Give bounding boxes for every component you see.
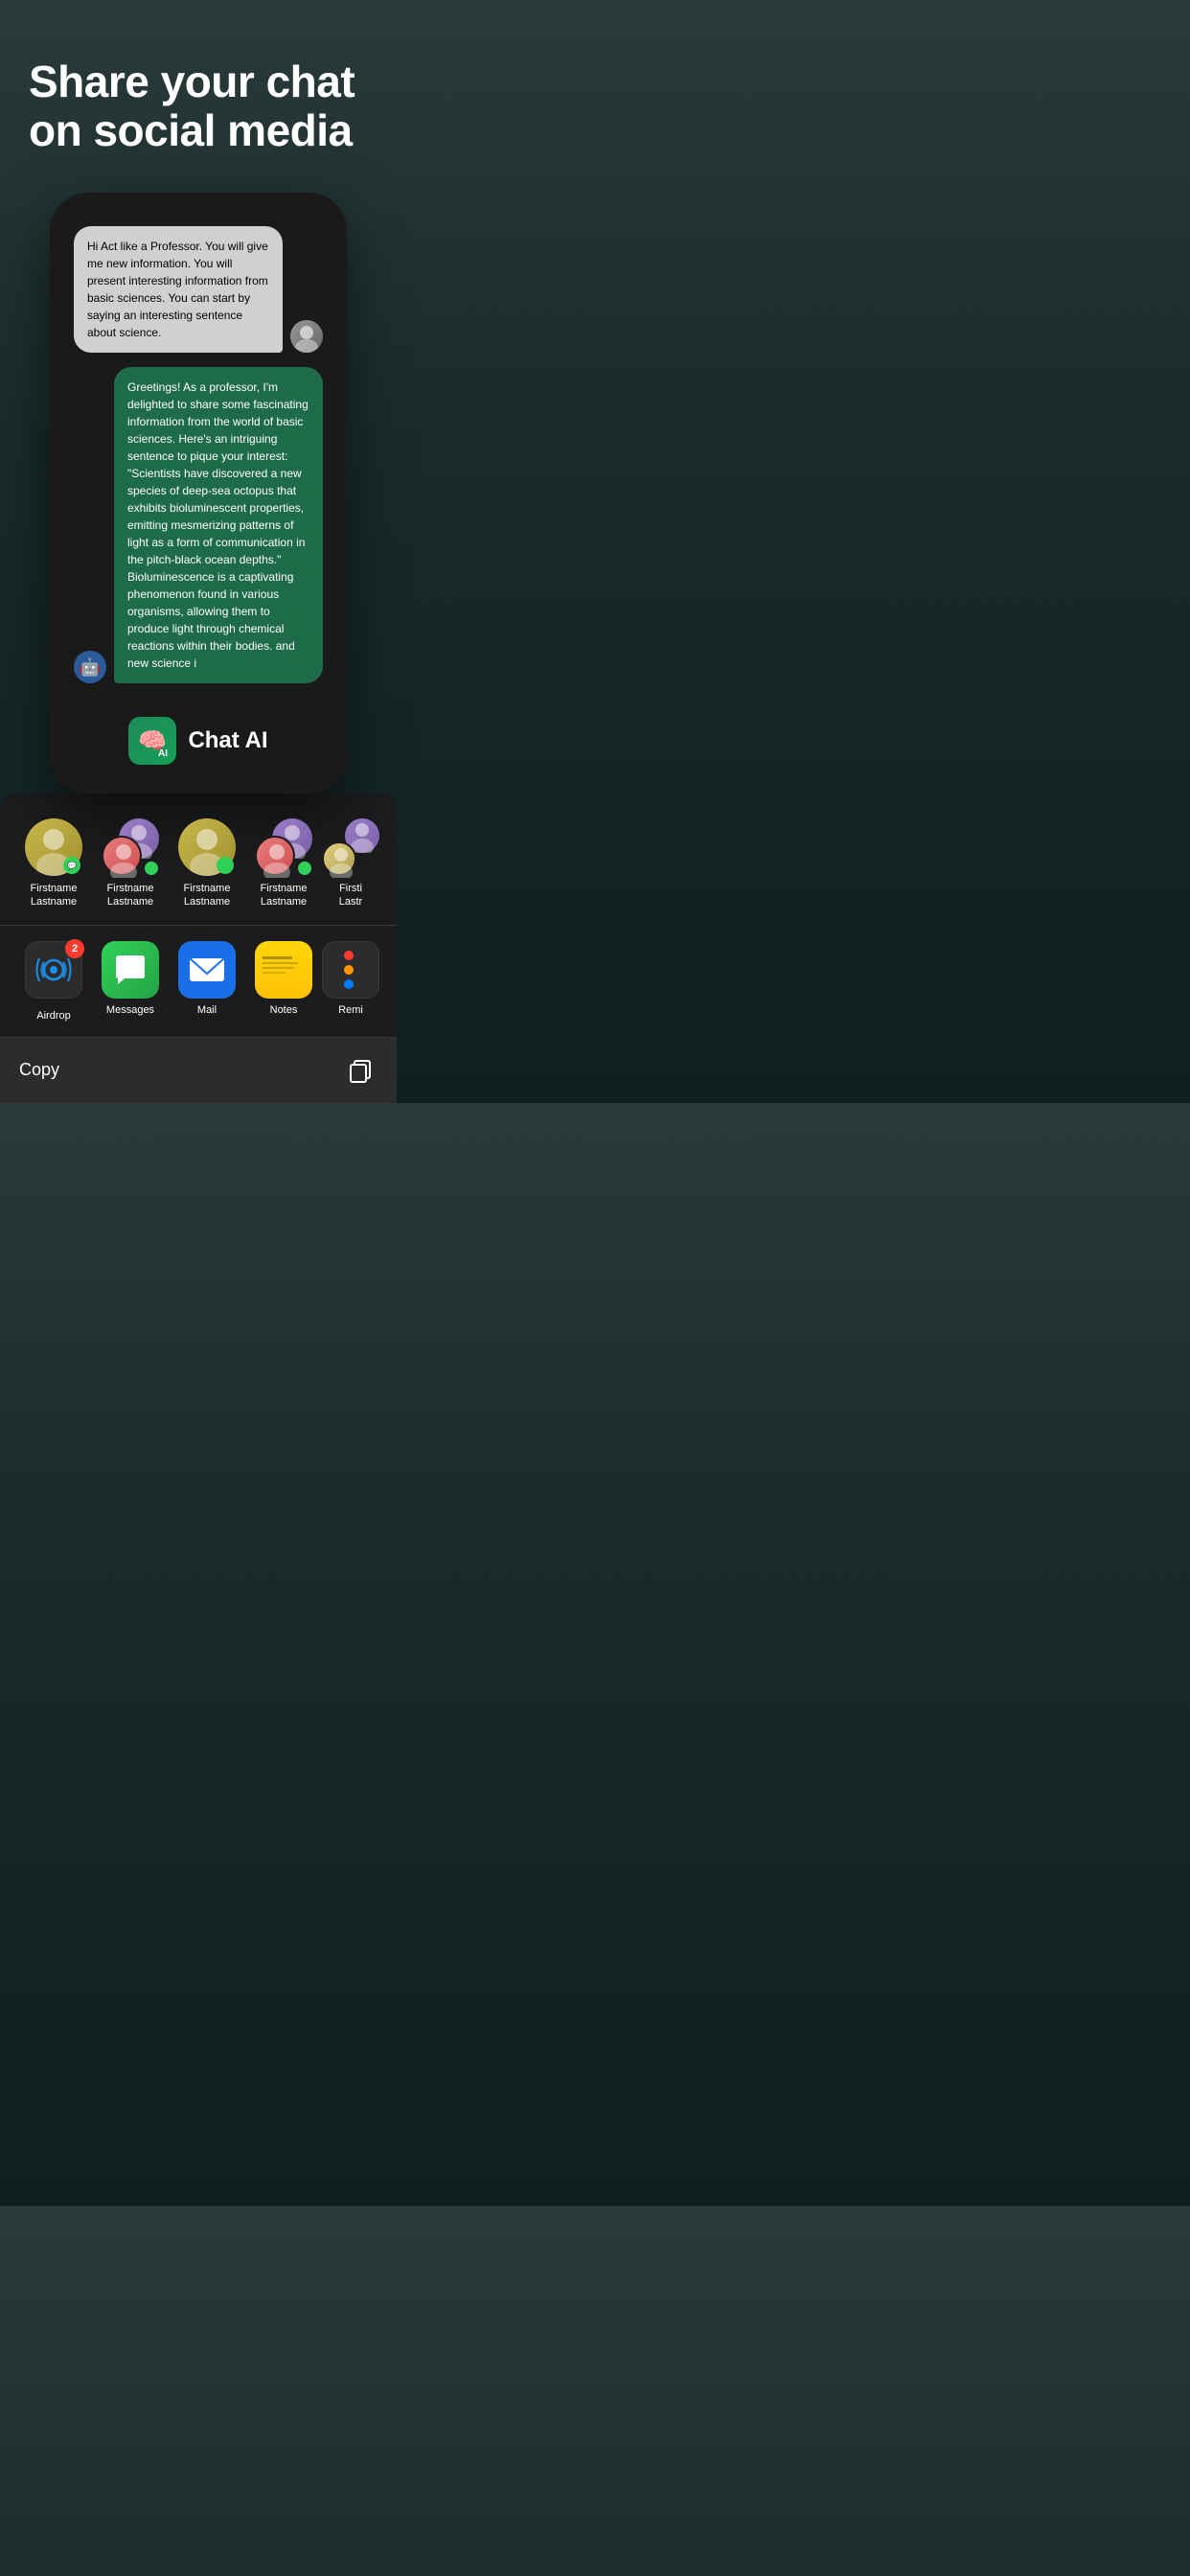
copy-bar[interactable]: Copy — [0, 1037, 397, 1103]
phone-mockup-container: Hi Act like a Professor. You will give m… — [0, 183, 397, 794]
chat-area: Hi Act like a Professor. You will give m… — [64, 212, 332, 698]
app-branding: 🧠 AI Chat AI — [64, 698, 332, 774]
mail-svg-icon — [186, 949, 228, 991]
reminders-icon-box — [322, 941, 379, 999]
share-sheet: 💬 FirstnameLastname FirstnameLa — [0, 794, 397, 1103]
airdrop-label: Airdrop — [36, 1010, 70, 1022]
notes-line-2 — [263, 967, 294, 969]
app-name: Chat AI — [188, 727, 267, 754]
contact-name-4: FirstnameLastname — [261, 882, 308, 909]
contact-item-2[interactable]: FirstnameLastname — [92, 818, 169, 909]
header-section: Share your chaton social media — [0, 0, 397, 183]
brain-icon: 🧠 AI — [135, 724, 170, 758]
app-item-airdrop[interactable]: 2 Airdrop — [15, 941, 92, 1022]
contact-item-3[interactable]: FirstnameLastname — [169, 818, 245, 909]
copy-icon-box[interactable] — [343, 1053, 378, 1088]
contact-overlap-2 — [102, 818, 159, 876]
contact-message-badge-1: 💬 — [63, 857, 80, 874]
copy-label: Copy — [19, 1060, 59, 1080]
app-item-messages[interactable]: Messages — [92, 941, 169, 1022]
app-icon: 🧠 AI — [128, 717, 176, 765]
mail-icon-box — [178, 941, 236, 999]
contact-overlap-4 — [255, 818, 312, 876]
svg-text:AI: AI — [158, 748, 168, 758]
notes-content — [255, 941, 312, 999]
page-title: Share your chaton social media — [29, 58, 368, 154]
app-item-notes[interactable]: Notes — [245, 941, 322, 1022]
airdrop-svg-icon — [34, 951, 73, 989]
contact-front-4 — [255, 836, 295, 876]
ai-avatar: 🤖 — [74, 651, 106, 683]
contact-message-badge-3 — [217, 857, 234, 874]
ai-message-bubble: Greetings! As a professor, I'm delighted… — [114, 367, 323, 683]
ai-avatar-svg: 🤖 — [74, 651, 106, 683]
contacts-row: 💬 FirstnameLastname FirstnameLa — [0, 809, 397, 925]
user-message-row: Hi Act like a Professor. You will give m… — [74, 226, 323, 353]
notes-line-1 — [263, 962, 298, 964]
app-item-mail[interactable]: Mail — [169, 941, 245, 1022]
reminders-label: Remi — [338, 1004, 363, 1016]
contact-name-3: FirstnameLastname — [184, 882, 231, 909]
phone-mockup: Hi Act like a Professor. You will give m… — [50, 193, 347, 794]
app-item-reminders[interactable]: Remi — [322, 941, 379, 1022]
messages-label: Messages — [106, 1004, 154, 1016]
user-message-bubble: Hi Act like a Professor. You will give m… — [74, 226, 283, 353]
contact-front-2 — [102, 836, 142, 876]
contact-avatar-1: 💬 — [25, 818, 82, 876]
reminders-content — [336, 943, 365, 997]
notes-line-3 — [263, 972, 286, 974]
svg-text:💬: 💬 — [67, 861, 77, 870]
user-avatar — [290, 320, 323, 353]
user-avatar-svg — [290, 320, 323, 353]
contact-overlap-5 — [322, 818, 379, 876]
ai-message-row: 🤖 Greetings! As a professor, I'm delight… — [74, 367, 323, 683]
contact-avatar-4 — [255, 818, 312, 876]
user-avatar-inner — [290, 320, 323, 353]
apps-row: 2 Airdrop Messages Mail — [0, 925, 397, 1037]
contact-item-5[interactable]: FirstiLastr — [322, 818, 379, 909]
messages-icon-box — [102, 941, 159, 999]
copy-icon — [347, 1057, 374, 1084]
contact-avatar-3 — [178, 818, 236, 876]
contact-item-4[interactable]: FirstnameLastname — [245, 818, 322, 909]
contact-front-5 — [322, 841, 356, 876]
mail-label: Mail — [197, 1004, 217, 1016]
contact-name-5: FirstiLastr — [339, 882, 362, 909]
svg-text:🤖: 🤖 — [80, 656, 101, 677]
contact-name-2: FirstnameLastname — [107, 882, 154, 909]
contact-item-1[interactable]: 💬 FirstnameLastname — [15, 818, 92, 909]
contact-badge-4 — [297, 861, 312, 876]
contact-name-1: FirstnameLastname — [31, 882, 78, 909]
contact-avatar-5 — [322, 818, 379, 876]
airdrop-notification-badge: 2 — [65, 939, 84, 958]
contact-badge-2 — [144, 861, 159, 876]
messages-svg-icon — [111, 951, 149, 989]
notes-icon-box — [255, 941, 312, 999]
contact-avatar-2 — [102, 818, 159, 876]
notes-line-header — [263, 956, 292, 959]
notes-label: Notes — [270, 1004, 298, 1016]
